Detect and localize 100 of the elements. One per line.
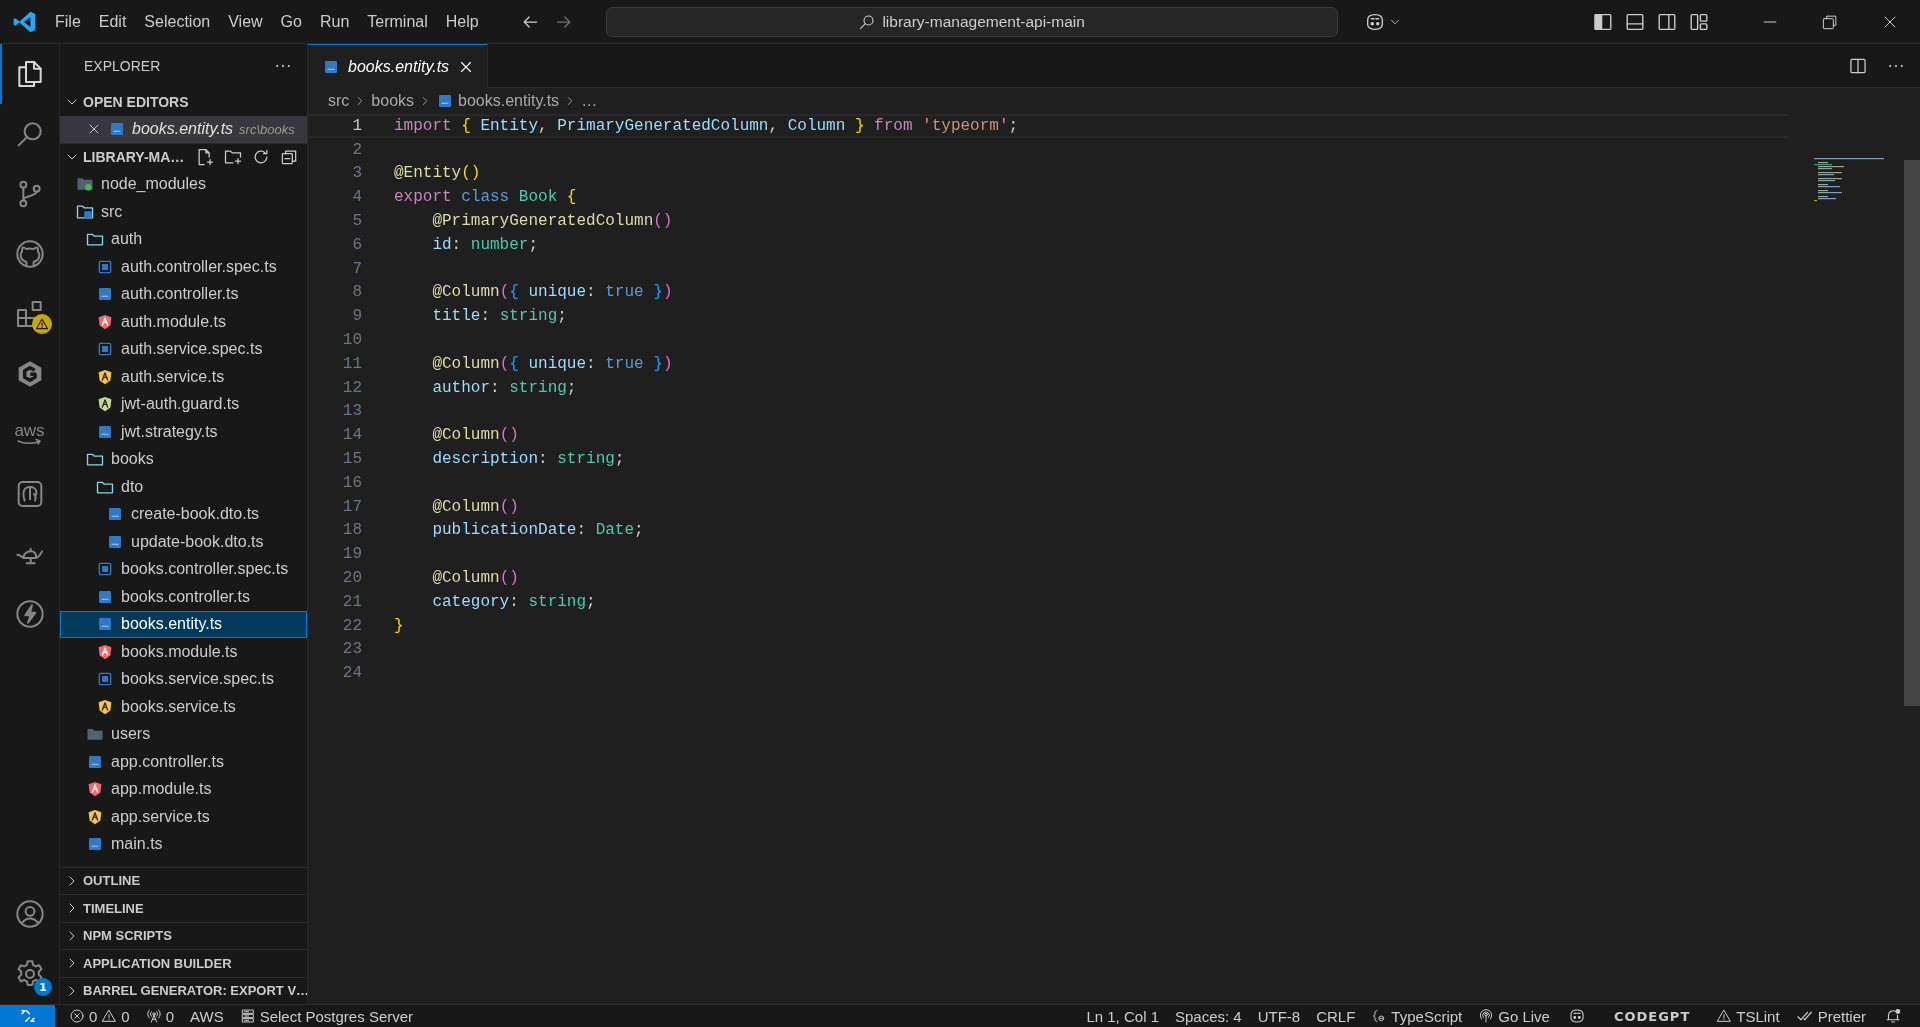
notification-bell-icon[interactable] — [1884, 1007, 1902, 1025]
status-item[interactable]: Select Postgres Server — [231, 1005, 422, 1027]
folder-row[interactable]: dto — [60, 473, 307, 501]
logo-text[interactable]: aws — [14, 423, 45, 438]
section-header[interactable]: APPLICATION BUILDER — [60, 949, 307, 977]
line-number: 7 — [351, 259, 362, 278]
file-row[interactable]: app.controller.ts — [60, 748, 307, 776]
status-item[interactable]: CRLF — [1308, 1005, 1364, 1027]
problems-button[interactable]: 0 0 — [61, 1005, 138, 1027]
status-item[interactable]: UTF-8 — [1249, 1005, 1309, 1027]
breadcrumb-item[interactable]: … — [581, 92, 598, 110]
file-row[interactable]: books.entity.ts — [60, 610, 307, 638]
code-line: @Column() — [431, 497, 519, 516]
explorer-title: EXPLORER — [84, 58, 161, 74]
line-number: 12 — [341, 378, 362, 397]
line-number: 19 — [341, 545, 362, 564]
ports-button[interactable]: 0 — [137, 1005, 183, 1027]
code-line: @Column() — [431, 569, 519, 588]
menu-item[interactable]: File — [46, 8, 90, 35]
menu-item[interactable]: Edit — [89, 8, 136, 35]
section-header[interactable]: LIBRARY-MA… — [64, 149, 185, 166]
file-row[interactable]: books.controller.ts — [60, 583, 307, 611]
line-number: 22 — [341, 616, 362, 635]
status-item[interactable]: Prettier — [1787, 1005, 1874, 1027]
cat-circle-icon[interactable] — [13, 238, 46, 270]
file-row[interactable]: auth.service.ts — [60, 363, 307, 391]
file-row[interactable]: update-book.dto.ts — [60, 528, 307, 556]
section-header[interactable]: TIMELINE — [60, 894, 307, 922]
file-row[interactable]: app.module.ts — [60, 775, 307, 803]
line-number: 16 — [341, 473, 362, 492]
open-editor-item[interactable]: books.entity.ts src\books — [60, 115, 307, 143]
line-number: 24 — [341, 664, 362, 683]
file-row[interactable]: create-book.dto.ts — [60, 500, 307, 528]
status-item[interactable]: TSLint — [1708, 1005, 1788, 1027]
folder-row[interactable]: node_modules — [60, 170, 307, 198]
file-row[interactable]: books.controller.spec.ts — [60, 555, 307, 583]
copilot-icon[interactable] — [1567, 1007, 1586, 1025]
remote-button[interactable] — [0, 1005, 55, 1027]
status-item[interactable]: Spaces: 4 — [1166, 1005, 1250, 1027]
editor-tab[interactable]: books.entity.ts — [308, 44, 489, 88]
line-number: 13 — [341, 402, 362, 421]
section-header[interactable]: NPM SCRIPTS — [60, 921, 307, 949]
section-header[interactable]: OUTLINE — [60, 866, 307, 894]
menu-item[interactable]: Help — [436, 8, 488, 35]
file-row[interactable]: main.ts — [60, 830, 307, 858]
file-row[interactable]: auth.controller.ts — [60, 280, 307, 308]
folder-row[interactable]: users — [60, 720, 307, 748]
folder-row[interactable]: auth — [60, 225, 307, 253]
server-icon — [239, 1008, 256, 1024]
code-line: import { Entity, PrimaryGeneratedColumn, Column } from 'typeorm'; — [394, 116, 1019, 135]
code-line: publicationDate: Date; — [431, 521, 644, 540]
go-live-button[interactable]: Go Live — [1470, 1005, 1558, 1027]
remote-icon — [18, 1007, 37, 1025]
folder-row[interactable]: books — [60, 445, 307, 473]
breadcrumb-item[interactable]: books.entity.ts — [458, 92, 560, 110]
breadcrumb-item[interactable]: src — [328, 92, 350, 110]
menu-item[interactable]: Go — [271, 8, 311, 35]
warning-icon — [1716, 1008, 1733, 1024]
line-number: 10 — [341, 331, 362, 350]
file-row[interactable]: auth.controller.spec.ts — [60, 253, 307, 281]
notification-badge: 1 — [34, 978, 52, 996]
error-icon — [69, 1008, 85, 1024]
language-button[interactable]: TypeScript — [1363, 1005, 1471, 1027]
account-icon[interactable] — [13, 898, 46, 930]
search-icon — [858, 12, 877, 31]
line-number: 14 — [341, 426, 362, 445]
code-line: export class Book { — [394, 188, 577, 207]
file-row[interactable]: app.service.ts — [60, 803, 307, 831]
code-line: title: string; — [431, 307, 567, 326]
menu-item[interactable]: View — [219, 8, 272, 35]
file-row[interactable]: jwt-auth.guard.ts — [60, 390, 307, 418]
line-number: 3 — [351, 164, 362, 183]
line-number: 1 — [351, 116, 362, 135]
shield-icon — [86, 807, 104, 826]
code-line: author: string; — [431, 378, 577, 397]
file-row[interactable]: jwt.strategy.ts — [60, 418, 307, 446]
line-number: 8 — [351, 283, 362, 302]
status-item[interactable]: CODEGPT — [1595, 1005, 1709, 1027]
breadcrumb-item[interactable]: books — [371, 92, 415, 110]
menu-item[interactable]: Selection — [135, 8, 220, 35]
code-line: @Column({ unique: true }) — [431, 283, 673, 302]
section-header[interactable]: OPEN EDITORS — [60, 88, 307, 116]
menu-item[interactable]: Terminal — [358, 8, 437, 35]
file-row[interactable]: books.service.spec.ts — [60, 665, 307, 693]
folder-row[interactable]: src — [60, 198, 307, 226]
line-number: 11 — [341, 354, 362, 373]
shield-icon — [86, 780, 104, 799]
line-number: 5 — [351, 212, 362, 231]
file-row[interactable]: auth.module.ts — [60, 308, 307, 336]
lightning-icon[interactable] — [13, 598, 46, 630]
menu-item[interactable]: Run — [310, 8, 359, 35]
status-item[interactable]: Ln 1, Col 1 — [1078, 1005, 1167, 1027]
command-center[interactable]: library-management-api-main — [605, 6, 1338, 37]
file-row[interactable]: books.module.ts — [60, 638, 307, 666]
status-item[interactable]: AWS — [182, 1005, 232, 1027]
shield-icon — [96, 395, 114, 414]
scrollbar-thumb[interactable] — [1904, 160, 1920, 706]
file-row[interactable]: books.service.ts — [60, 693, 307, 721]
file-row[interactable]: auth.service.spec.ts — [60, 335, 307, 363]
code-line: @PrimaryGeneratedColumn() — [431, 212, 673, 231]
